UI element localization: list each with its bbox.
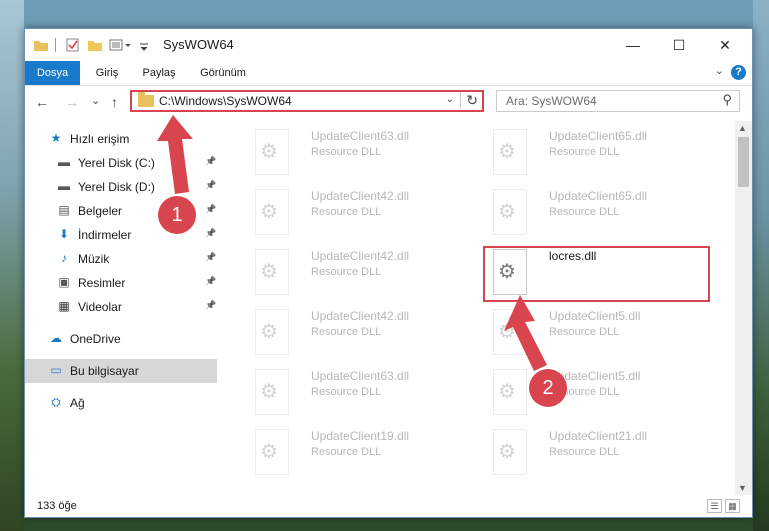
explorer-window: SysWOW64 — ☐ ✕ Dosya Giriş Paylaş Görünü… xyxy=(24,28,753,518)
desktop-background-left xyxy=(0,0,24,531)
arrow-1-icon xyxy=(157,115,193,194)
step-2-badge: 2 xyxy=(529,369,567,407)
annotation-arrows xyxy=(157,115,547,371)
arrow-2-icon xyxy=(504,295,547,371)
desktop-background-right xyxy=(753,0,769,531)
step-1-badge: 1 xyxy=(158,196,196,234)
